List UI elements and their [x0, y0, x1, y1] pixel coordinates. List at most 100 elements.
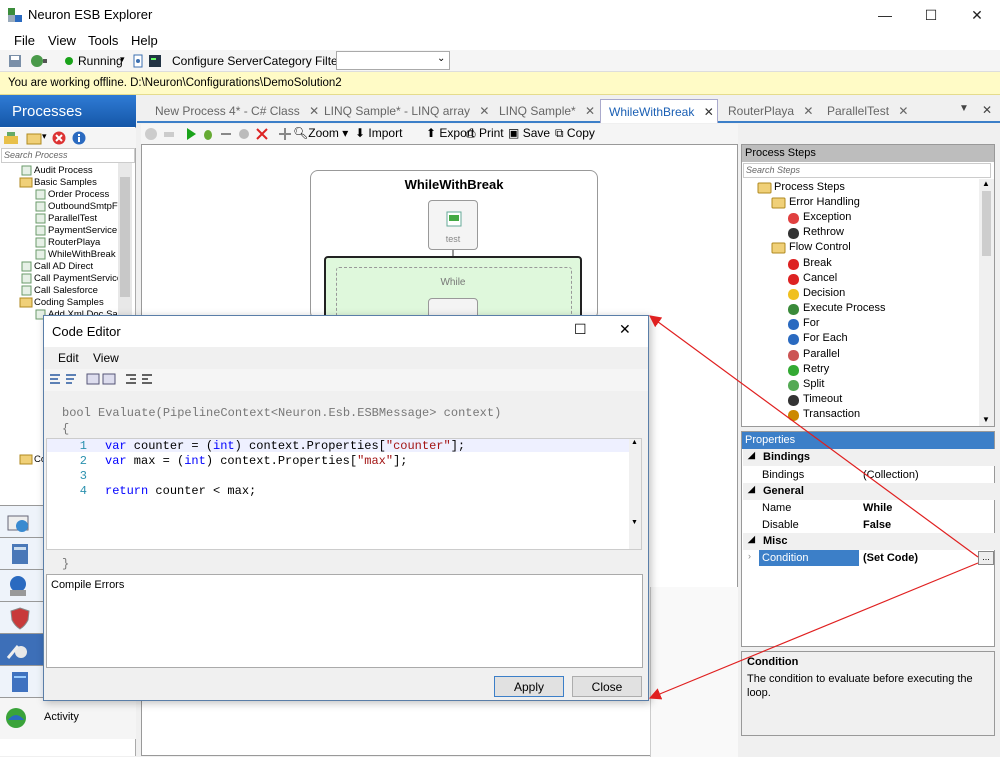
- running-status[interactable]: Running: [78, 54, 123, 68]
- close-tab-icon[interactable]: ✕: [309, 104, 319, 118]
- close-tab-icon[interactable]: ✕: [585, 104, 595, 118]
- step-retry[interactable]: Retry: [803, 363, 829, 375]
- move-icon[interactable]: [278, 127, 292, 141]
- folder-dropdown-icon[interactable]: ▾: [42, 131, 47, 142]
- settings-icon[interactable]: [133, 54, 143, 68]
- scroll-down-icon[interactable]: ▼: [631, 519, 638, 526]
- prop-category-misc[interactable]: ◢ Misc: [743, 533, 995, 550]
- nav-connections-button[interactable]: [0, 569, 44, 601]
- check-icon[interactable]: [144, 127, 158, 141]
- server-icon[interactable]: [30, 53, 52, 69]
- step-icon[interactable]: [219, 127, 233, 141]
- step-exception[interactable]: Exception: [803, 211, 851, 223]
- zoom-button[interactable]: 🔍︎Zoom ▾: [293, 126, 348, 140]
- dialog-menu-view[interactable]: View: [93, 351, 119, 365]
- step-root-folder[interactable]: Process Steps: [774, 181, 845, 193]
- console-icon[interactable]: [148, 54, 162, 68]
- dialog-menu-edit[interactable]: Edit: [58, 351, 79, 365]
- prop-name-value[interactable]: While: [863, 502, 892, 514]
- step-timeout[interactable]: Timeout: [803, 393, 842, 405]
- prop-category-general[interactable]: ◢ General: [743, 483, 995, 500]
- scrollbar-thumb[interactable]: [982, 191, 991, 256]
- save-icon[interactable]: [8, 54, 22, 68]
- close-all-icon[interactable]: ✕: [982, 103, 992, 117]
- outdent-icon[interactable]: [124, 372, 138, 386]
- collapse-icon[interactable]: ◢: [748, 534, 755, 545]
- tab-list-dropdown-icon[interactable]: ▼: [959, 103, 969, 114]
- info-icon[interactable]: [72, 131, 86, 145]
- dialog-maximize-button[interactable]: ☐: [574, 321, 587, 338]
- status-dropdown-icon[interactable]: ▾: [120, 54, 125, 65]
- close-tab-icon[interactable]: ✕: [479, 104, 489, 118]
- uncomment-icon[interactable]: [102, 372, 116, 386]
- condition-ellipsis-button[interactable]: ...: [978, 551, 994, 565]
- step-for-each[interactable]: For Each: [803, 332, 848, 344]
- editor-scrollbar[interactable]: ▲ ▼: [629, 439, 641, 549]
- chevron-down-icon[interactable]: ⌄: [437, 53, 445, 64]
- apply-button[interactable]: Apply: [494, 676, 564, 697]
- search-steps-input[interactable]: Search Steps: [743, 163, 991, 178]
- prop-disable-value[interactable]: False: [863, 519, 891, 531]
- cancel-icon[interactable]: [255, 127, 269, 141]
- copy-button[interactable]: ⧉ Copy: [555, 126, 595, 141]
- nav-repository-button[interactable]: [0, 665, 44, 697]
- scrollbar-thumb[interactable]: [120, 177, 130, 297]
- toggle-icon[interactable]: [162, 127, 176, 141]
- maximize-button[interactable]: ☐: [908, 0, 954, 30]
- step-break[interactable]: Break: [803, 257, 832, 269]
- step-folder-flow-control[interactable]: Flow Control: [789, 241, 851, 253]
- steps-scrollbar[interactable]: ▲ ▼: [979, 179, 994, 426]
- prop-bindings-value[interactable]: (Collection): [863, 469, 919, 481]
- menu-view[interactable]: View: [48, 33, 76, 48]
- scroll-up-icon[interactable]: ▲: [631, 439, 638, 446]
- code-step[interactable]: test: [428, 200, 478, 250]
- menu-file[interactable]: File: [14, 33, 35, 48]
- close-button[interactable]: ✕: [954, 0, 1000, 30]
- tab-paralleltest[interactable]: ParallelTest ✕: [827, 99, 913, 123]
- indent-icon[interactable]: [140, 372, 154, 386]
- step-rethrow[interactable]: Rethrow: [803, 226, 844, 238]
- nav-processes-button[interactable]: [0, 633, 44, 665]
- format-icon[interactable]: [48, 372, 62, 386]
- configure-server-button[interactable]: Configure Server: [172, 54, 263, 68]
- nav-activity-button[interactable]: Activity: [0, 697, 136, 739]
- comment-icon[interactable]: [86, 372, 100, 386]
- step-for[interactable]: For: [803, 317, 820, 329]
- save-design-button[interactable]: ▣ Save: [508, 126, 550, 140]
- scroll-up-icon[interactable]: ▲: [982, 179, 990, 188]
- import-button[interactable]: ⬇ Import: [355, 126, 402, 140]
- code-editor[interactable]: 1 2 3 4 var counter = (int) context.Prop…: [46, 438, 642, 550]
- step-cancel[interactable]: Cancel: [803, 272, 837, 284]
- tab-routerplaya[interactable]: RouterPlaya ✕: [728, 99, 824, 123]
- close-tab-icon[interactable]: ✕: [803, 104, 813, 118]
- step-folder-error-handling[interactable]: Error Handling: [789, 196, 860, 208]
- category-filter-select[interactable]: ⌄: [336, 51, 450, 70]
- print-button[interactable]: ⎙ Print: [466, 126, 504, 141]
- step-transaction[interactable]: Transaction: [803, 408, 860, 420]
- tab-whilewithbreak[interactable]: WhileWithBreak ✕: [600, 99, 718, 123]
- expand-icon[interactable]: ›: [748, 551, 751, 561]
- wrap-icon[interactable]: [64, 372, 78, 386]
- step-decision[interactable]: Decision: [803, 287, 845, 299]
- dialog-close-button[interactable]: ✕: [619, 321, 631, 338]
- dialog-close-cancel-button[interactable]: Close: [572, 676, 642, 697]
- menu-tools[interactable]: Tools: [88, 33, 118, 48]
- delete-icon[interactable]: [52, 131, 66, 145]
- close-tab-icon[interactable]: ✕: [704, 105, 714, 119]
- close-tab-icon[interactable]: ✕: [898, 104, 908, 118]
- run-icon[interactable]: [185, 127, 197, 141]
- tab-linq-sample[interactable]: LINQ Sample* ✕: [499, 99, 599, 123]
- tab-new-process[interactable]: New Process 4* - C# Class ✕: [155, 99, 319, 123]
- prop-category-bindings[interactable]: ◢ Bindings: [743, 449, 995, 466]
- collapse-icon[interactable]: ◢: [748, 450, 755, 461]
- nav-deployment-button[interactable]: [0, 537, 44, 569]
- stop-icon[interactable]: [237, 127, 251, 141]
- step-parallel[interactable]: Parallel: [803, 348, 840, 360]
- menu-help[interactable]: Help: [131, 33, 158, 48]
- nav-security-button[interactable]: [0, 601, 44, 633]
- folder-icon[interactable]: [26, 131, 42, 145]
- collapse-icon[interactable]: ◢: [748, 484, 755, 495]
- new-process-icon[interactable]: [3, 131, 19, 145]
- minimize-button[interactable]: —: [862, 0, 908, 30]
- step-split[interactable]: Split: [803, 378, 824, 390]
